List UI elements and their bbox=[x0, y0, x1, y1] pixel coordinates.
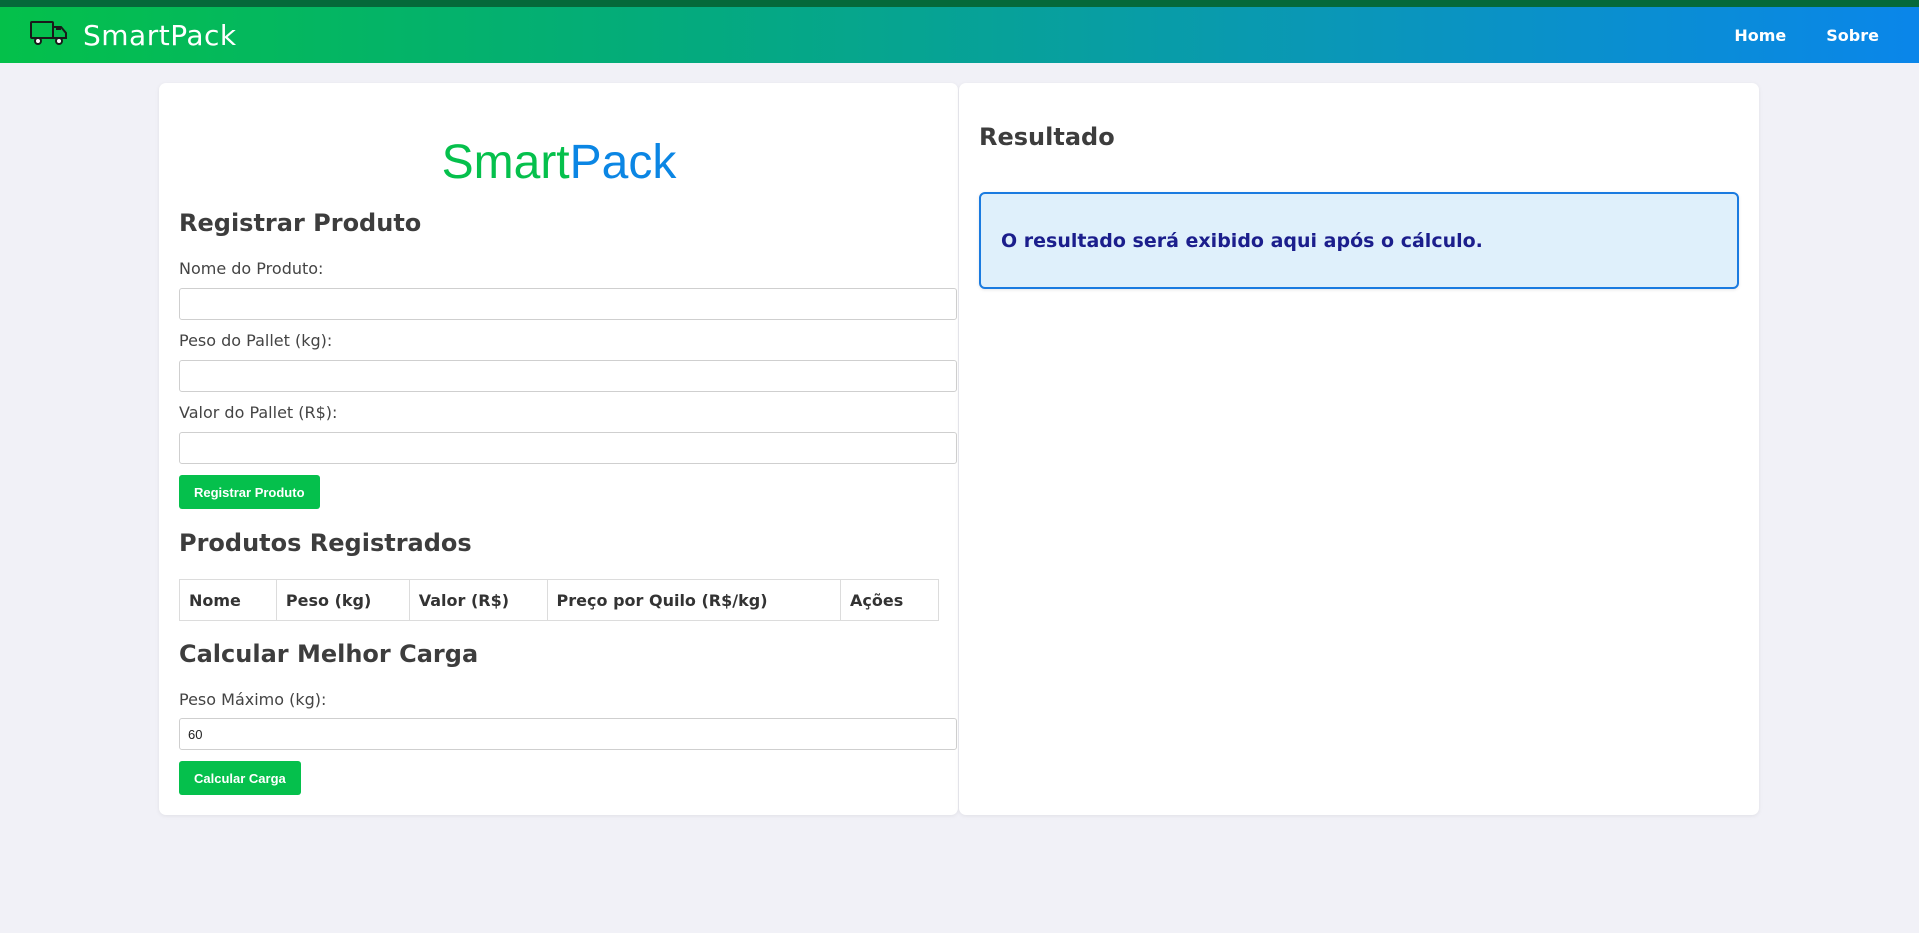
top-strip bbox=[0, 0, 1919, 7]
product-name-label: Nome do Produto: bbox=[179, 259, 324, 278]
products-table: Nome Peso (kg) Valor (R$) Preço por Quil… bbox=[179, 579, 939, 621]
result-box: O resultado será exibido aqui após o cál… bbox=[979, 192, 1739, 289]
product-name-input[interactable] bbox=[179, 288, 957, 320]
brand-name: SmartPack bbox=[83, 18, 237, 52]
logo-pack: Pack bbox=[569, 136, 677, 189]
smartpack-logo: SmartPack bbox=[159, 135, 959, 190]
pallet-weight-input[interactable] bbox=[179, 360, 957, 392]
products-title: Produtos Registrados bbox=[179, 529, 472, 557]
column-header-nome: Nome bbox=[179, 579, 277, 621]
pallet-weight-label: Peso do Pallet (kg): bbox=[179, 331, 333, 350]
max-weight-input[interactable] bbox=[179, 718, 957, 750]
column-header-valor: Valor (R$) bbox=[408, 579, 548, 621]
calculate-title: Calcular Melhor Carga bbox=[179, 640, 479, 668]
result-panel: Resultado O resultado será exibido aqui … bbox=[959, 83, 1759, 815]
result-placeholder: O resultado será exibido aqui após o cál… bbox=[1001, 229, 1483, 252]
column-header-acoes: Ações bbox=[840, 579, 939, 621]
result-title: Resultado bbox=[979, 123, 1115, 151]
truck-icon bbox=[30, 20, 68, 50]
logo-smart: Smart bbox=[441, 136, 570, 189]
max-weight-label: Peso Máximo (kg): bbox=[179, 690, 327, 709]
pallet-value-label: Valor do Pallet (R$): bbox=[179, 403, 338, 422]
nav-link-sobre[interactable]: Sobre bbox=[1826, 26, 1879, 45]
column-header-peso: Peso (kg) bbox=[275, 579, 410, 621]
column-header-preco-por-quilo: Preço por Quilo (R$/kg) bbox=[546, 579, 842, 621]
calculate-load-button[interactable]: Calcular Carga bbox=[179, 761, 301, 795]
navbar: SmartPack Home Sobre bbox=[0, 7, 1919, 63]
register-title: Registrar Produto bbox=[179, 209, 422, 237]
brand[interactable]: SmartPack bbox=[30, 7, 237, 63]
nav-link-home[interactable]: Home bbox=[1734, 26, 1786, 45]
register-product-button[interactable]: Registrar Produto bbox=[179, 475, 320, 509]
table-header-row: Nome Peso (kg) Valor (R$) Preço por Quil… bbox=[179, 579, 939, 621]
pallet-value-input[interactable] bbox=[179, 432, 957, 464]
nav-links: Home Sobre bbox=[1694, 7, 1879, 63]
form-panel: SmartPack Registrar Produto Nome do Prod… bbox=[159, 83, 958, 815]
